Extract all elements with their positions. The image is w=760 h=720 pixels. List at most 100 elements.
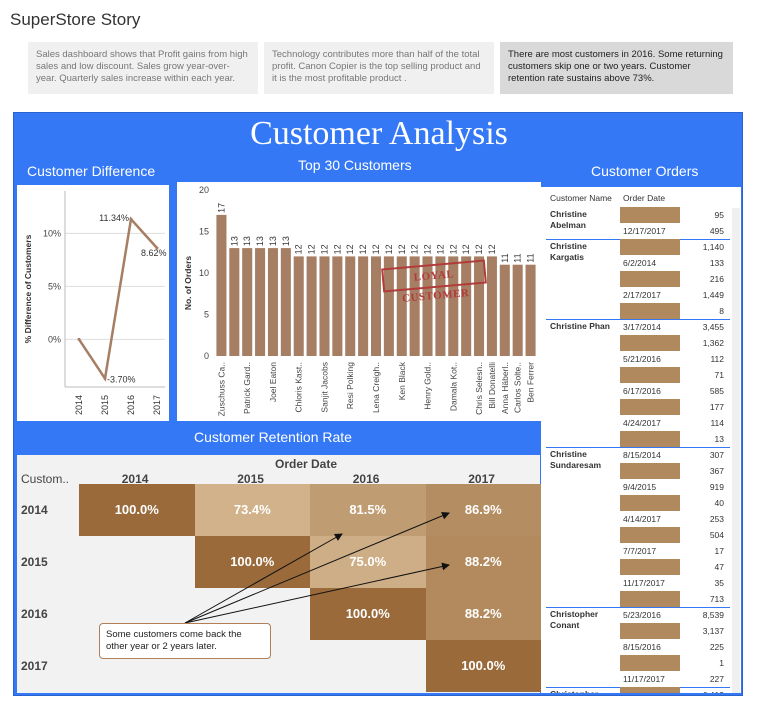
- order-date-cell[interactable]: 6/6/2016: [620, 367, 680, 383]
- order-date-cell[interactable]: 12/2/2017: [620, 591, 680, 607]
- order-date-cell[interactable]: 6/22/2015: [620, 463, 680, 479]
- col-header-order-date[interactable]: Order Date: [623, 193, 665, 203]
- order-date-cell[interactable]: 4/14/2017: [620, 511, 680, 527]
- bar[interactable]: [229, 248, 240, 356]
- order-date-cell[interactable]: 4/24/2017: [620, 415, 680, 431]
- customer-name-cell[interactable]: Christine Sundaresam: [550, 449, 620, 471]
- order-value-cell[interactable]: 504: [680, 527, 727, 543]
- order-value-cell[interactable]: 35: [680, 575, 727, 591]
- order-value-cell[interactable]: 216: [680, 271, 727, 287]
- bar[interactable]: [486, 256, 497, 356]
- order-value-cell[interactable]: 6,413: [680, 687, 727, 693]
- order-date-cell[interactable]: 11/17/2017: [620, 671, 680, 687]
- order-date-cell[interactable]: 3/17/2014: [620, 319, 680, 335]
- order-date-cell[interactable]: 7/7/2016: [620, 623, 680, 639]
- order-date-cell[interactable]: 6/2/2014: [620, 255, 680, 271]
- order-date-cell[interactable]: 3/14/2014: [620, 239, 680, 255]
- order-date-cell[interactable]: 8/15/2016: [620, 639, 680, 655]
- order-value-cell[interactable]: 133: [680, 255, 727, 271]
- order-date-cell[interactable]: 5/23/2016: [620, 607, 680, 623]
- order-value-cell[interactable]: 13: [680, 431, 727, 447]
- order-date-cell[interactable]: 5/21/2016: [620, 351, 680, 367]
- order-value-cell[interactable]: 253: [680, 511, 727, 527]
- order-value-cell[interactable]: 919: [680, 479, 727, 495]
- order-value-cell[interactable]: 95: [680, 207, 727, 223]
- bar[interactable]: [242, 248, 253, 356]
- order-date-cell[interactable]: 2/17/2017: [620, 287, 680, 303]
- order-date-cell[interactable]: 1/8/2017: [620, 207, 680, 223]
- order-value-cell[interactable]: 40: [680, 495, 727, 511]
- customer-name-cell[interactable]: Christine Abelman: [550, 209, 620, 231]
- order-date-cell[interactable]: 12/16/2016: [620, 399, 680, 415]
- bar[interactable]: [293, 256, 304, 356]
- order-date-cell[interactable]: 8/15/2014: [620, 447, 680, 463]
- customer-name-cell[interactable]: Christine Kargatis: [550, 241, 620, 263]
- col-header-customer-name[interactable]: Customer Name: [550, 193, 612, 203]
- order-value-cell[interactable]: 307: [680, 447, 727, 463]
- order-value-cell[interactable]: 3,455: [680, 319, 727, 335]
- x-tick-label: Carlos Solte..: [513, 362, 523, 413]
- bar[interactable]: [306, 256, 317, 356]
- order-value-cell[interactable]: 367: [680, 463, 727, 479]
- order-value-cell[interactable]: 1,140: [680, 239, 727, 255]
- order-date-cell[interactable]: 6/17/2016: [620, 383, 680, 399]
- annotation-arrow: [184, 533, 343, 624]
- order-value-cell[interactable]: 1,362: [680, 335, 727, 351]
- order-date-cell[interactable]: 9/4/2015: [620, 479, 680, 495]
- x-tick-label: Joel Eaton: [268, 362, 278, 402]
- customer-name-cell[interactable]: Christopher Martinez: [550, 689, 620, 693]
- bar[interactable]: [499, 264, 510, 356]
- data-point[interactable]: [77, 337, 81, 341]
- order-date-cell[interactable]: 1/6/2017: [620, 655, 680, 671]
- order-date-cell[interactable]: 1/1/2016: [620, 335, 680, 351]
- order-value-cell[interactable]: 114: [680, 415, 727, 431]
- order-value-cell[interactable]: 8,539: [680, 607, 727, 623]
- order-value-cell[interactable]: 71: [680, 367, 727, 383]
- customer-name-cell[interactable]: Christine Phan: [550, 321, 620, 332]
- bar-value-label: 13: [255, 236, 265, 246]
- story-point-3[interactable]: There are most customers in 2016. Some r…: [500, 42, 733, 94]
- order-value-cell[interactable]: 227: [680, 671, 727, 687]
- order-date-cell[interactable]: 5/16/2017: [620, 527, 680, 543]
- customer-orders-table: Customer Name Order Date Christine Abelm…: [541, 187, 741, 693]
- bar[interactable]: [280, 248, 291, 356]
- order-value-cell[interactable]: 713: [680, 591, 727, 607]
- order-value-cell[interactable]: 585: [680, 383, 727, 399]
- bar[interactable]: [512, 264, 523, 356]
- bar[interactable]: [332, 256, 343, 356]
- orders-scrollbar[interactable]: [732, 208, 740, 693]
- order-value-cell[interactable]: 225: [680, 639, 727, 655]
- customer-difference-chart: 0% 5% 10% % Difference of Customers 2014 2015…: [17, 185, 169, 421]
- series-line[interactable]: [77, 216, 158, 382]
- order-value-cell[interactable]: 495: [680, 223, 727, 239]
- story-point-2[interactable]: Technology contributes more than half of…: [264, 42, 494, 94]
- bar[interactable]: [345, 256, 356, 356]
- bar[interactable]: [216, 214, 227, 356]
- order-date-cell[interactable]: 11/17/2017: [620, 575, 680, 591]
- bar[interactable]: [267, 248, 278, 356]
- order-date-cell[interactable]: 12/17/2017: [620, 223, 680, 239]
- order-value-cell[interactable]: 112: [680, 351, 727, 367]
- order-value-cell[interactable]: 177: [680, 399, 727, 415]
- order-date-cell[interactable]: 7/7/2017: [620, 543, 680, 559]
- order-value-cell[interactable]: 3,137: [680, 623, 727, 639]
- data-point[interactable]: [129, 217, 133, 221]
- order-date-cell[interactable]: 3/17/2016: [620, 495, 680, 511]
- order-value-cell[interactable]: 1,449: [680, 287, 727, 303]
- customer-name-cell[interactable]: Christopher Conant: [550, 609, 620, 631]
- bar[interactable]: [255, 248, 266, 356]
- order-date-cell[interactable]: 3/16/2015: [620, 687, 680, 693]
- order-date-cell[interactable]: 9/3/2017: [620, 303, 680, 319]
- order-value-cell[interactable]: 1: [680, 655, 727, 671]
- order-date-cell[interactable]: 11/17/2017: [620, 559, 680, 575]
- order-value-cell[interactable]: 17: [680, 543, 727, 559]
- bar[interactable]: [319, 256, 330, 356]
- order-date-cell[interactable]: 6/8/2015: [620, 271, 680, 287]
- bar[interactable]: [525, 264, 536, 356]
- order-date-cell[interactable]: 7/29/2017: [620, 431, 680, 447]
- bar[interactable]: [358, 256, 369, 356]
- bar[interactable]: [370, 256, 382, 356]
- order-value-cell[interactable]: 47: [680, 559, 727, 575]
- story-point-1[interactable]: Sales dashboard shows that Profit gains …: [28, 42, 258, 94]
- order-value-cell[interactable]: 8: [680, 303, 727, 319]
